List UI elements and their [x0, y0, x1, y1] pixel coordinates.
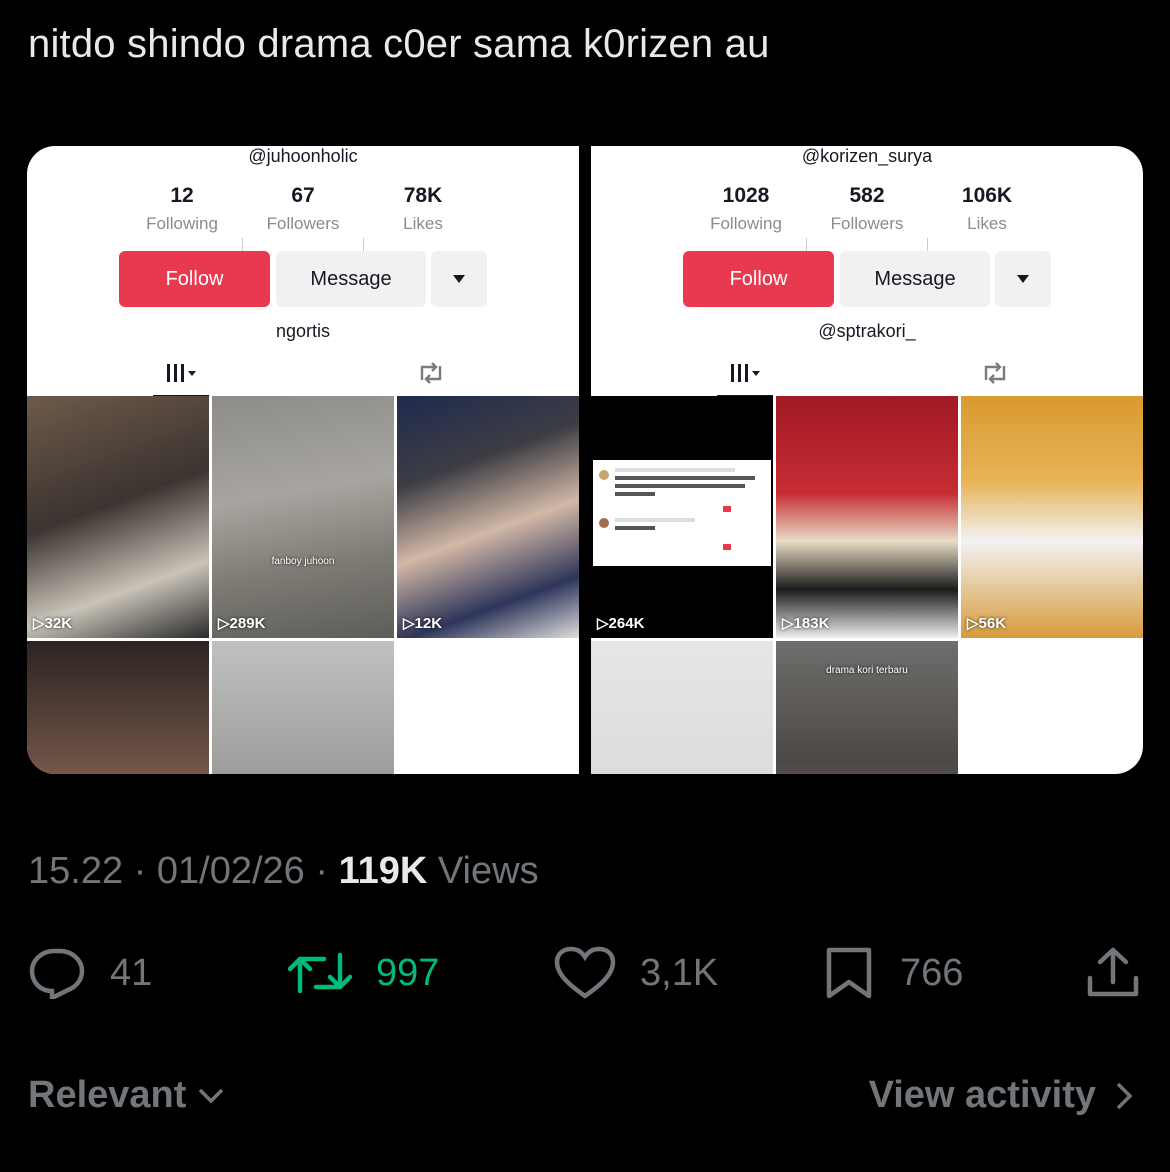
video-thumbnail[interactable]: ▷32K — [27, 396, 209, 638]
following-label: Following — [710, 214, 782, 233]
views-count: 119K — [338, 850, 428, 892]
following-stat: 12 Following — [122, 184, 242, 234]
left-profile-screenshot: @juhoonholic 12 Following 67 Followers 7… — [27, 146, 579, 774]
separator-dot: · — [315, 850, 329, 892]
views-label: Views — [437, 850, 539, 892]
tweet-media[interactable]: @juhoonholic 12 Following 67 Followers 7… — [27, 146, 1143, 774]
message-button[interactable]: Message — [276, 251, 426, 307]
more-options-button[interactable] — [431, 251, 487, 307]
likes-stat: 78K Likes — [363, 184, 483, 234]
video-thumbnail[interactable]: fanboy juhoon ▷289K — [212, 396, 394, 638]
view-activity-label: View activity — [868, 1074, 1096, 1116]
tweet-metadata: 15.22 · 01/02/26 · 119K Views — [28, 850, 539, 893]
tab-videos[interactable] — [717, 351, 773, 397]
tab-videos[interactable] — [153, 351, 209, 397]
followers-count: 67 — [291, 184, 315, 207]
following-label: Following — [146, 214, 218, 233]
follow-button[interactable]: Follow — [683, 251, 834, 307]
likes-count: 106K — [961, 184, 1013, 207]
chevron-right-icon — [1116, 1082, 1132, 1109]
message-button[interactable]: Message — [840, 251, 990, 307]
reply-button[interactable]: 41 — [28, 945, 152, 1001]
bookmark-icon — [826, 947, 872, 999]
following-count: 12 — [170, 184, 194, 207]
grid-icon — [167, 364, 196, 382]
view-count: ▷183K — [782, 615, 830, 632]
repost-button[interactable]: 997 — [288, 945, 439, 1001]
like-button[interactable]: 3,1K — [554, 945, 718, 1001]
comment-screenshot-image — [593, 460, 771, 566]
followers-stat: 67 Followers — [243, 184, 363, 234]
view-count: ▷12K — [403, 615, 443, 632]
bookmark-count: 766 — [900, 951, 964, 994]
likes-label: Likes — [403, 214, 443, 233]
likes-count: 78K — [403, 184, 443, 207]
view-count: ▷56K — [967, 615, 1007, 632]
profile-bio: ngortis — [275, 321, 331, 341]
sort-replies-dropdown[interactable]: Relevant — [28, 1074, 224, 1117]
video-thumbnail[interactable]: ▷183K — [776, 396, 958, 638]
share-icon — [1087, 947, 1139, 997]
followers-count: 582 — [849, 184, 885, 207]
chevron-down-icon — [199, 1088, 224, 1103]
likes-label: Likes — [967, 214, 1007, 233]
view-count: ▷32K — [33, 615, 73, 632]
video-caption: fanboy juhoon — [271, 556, 335, 567]
follow-button[interactable]: Follow — [119, 251, 270, 307]
view-count: ▷264K — [597, 615, 645, 632]
bookmark-button[interactable]: 766 — [824, 945, 963, 1001]
followers-label: Followers — [266, 214, 340, 233]
profile-bio-link[interactable]: @sptrakori_ — [591, 321, 1143, 342]
video-thumbnail[interactable]: drama kori terbaru — [776, 641, 958, 774]
video-thumbnail[interactable] — [27, 641, 209, 774]
caret-down-icon — [453, 275, 465, 283]
grid-icon — [731, 364, 760, 382]
video-thumbnail[interactable] — [591, 641, 773, 774]
profile-handle: @korizen_surya — [801, 146, 933, 166]
following-count: 1028 — [722, 184, 770, 207]
video-thumbnail[interactable]: ▷56K — [961, 396, 1143, 638]
separator-dot: · — [133, 850, 147, 892]
view-count: ▷289K — [218, 615, 266, 632]
repost-icon — [420, 362, 442, 384]
repost-count: 997 — [376, 951, 440, 994]
video-thumbnail[interactable]: ▷12K — [397, 396, 579, 638]
right-profile-screenshot: @korizen_surya 1028 Following 582 Follow… — [591, 146, 1143, 774]
tab-reposts[interactable] — [967, 351, 1023, 395]
like-count: 3,1K — [640, 951, 719, 994]
tab-reposts[interactable] — [403, 351, 459, 395]
likes-stat: 106K Likes — [927, 184, 1047, 234]
profile-handle: @juhoonholic — [248, 146, 358, 166]
reply-icon — [29, 948, 85, 999]
tweet-time: 15.22 — [28, 850, 124, 892]
share-button[interactable] — [1084, 945, 1166, 1001]
sort-label: Relevant — [28, 1074, 187, 1116]
following-stat: 1028 Following — [686, 184, 806, 234]
repost-icon — [288, 952, 352, 994]
view-activity-link[interactable]: View activity — [869, 1074, 1132, 1117]
video-thumbnail[interactable] — [212, 641, 394, 774]
tweet-date: 01/02/26 — [156, 850, 305, 892]
caret-down-icon — [1017, 275, 1029, 283]
heart-icon — [554, 946, 616, 999]
tweet-text: nitdo shindo drama c0er sama k0rizen au — [28, 22, 770, 66]
more-options-button[interactable] — [995, 251, 1051, 307]
followers-label: Followers — [830, 214, 904, 233]
video-thumbnail[interactable]: ▷264K — [591, 396, 773, 638]
video-caption: drama kori terbaru — [826, 665, 908, 676]
reply-count: 41 — [110, 951, 153, 994]
followers-stat: 582 Followers — [807, 184, 927, 234]
repost-icon — [984, 362, 1006, 384]
